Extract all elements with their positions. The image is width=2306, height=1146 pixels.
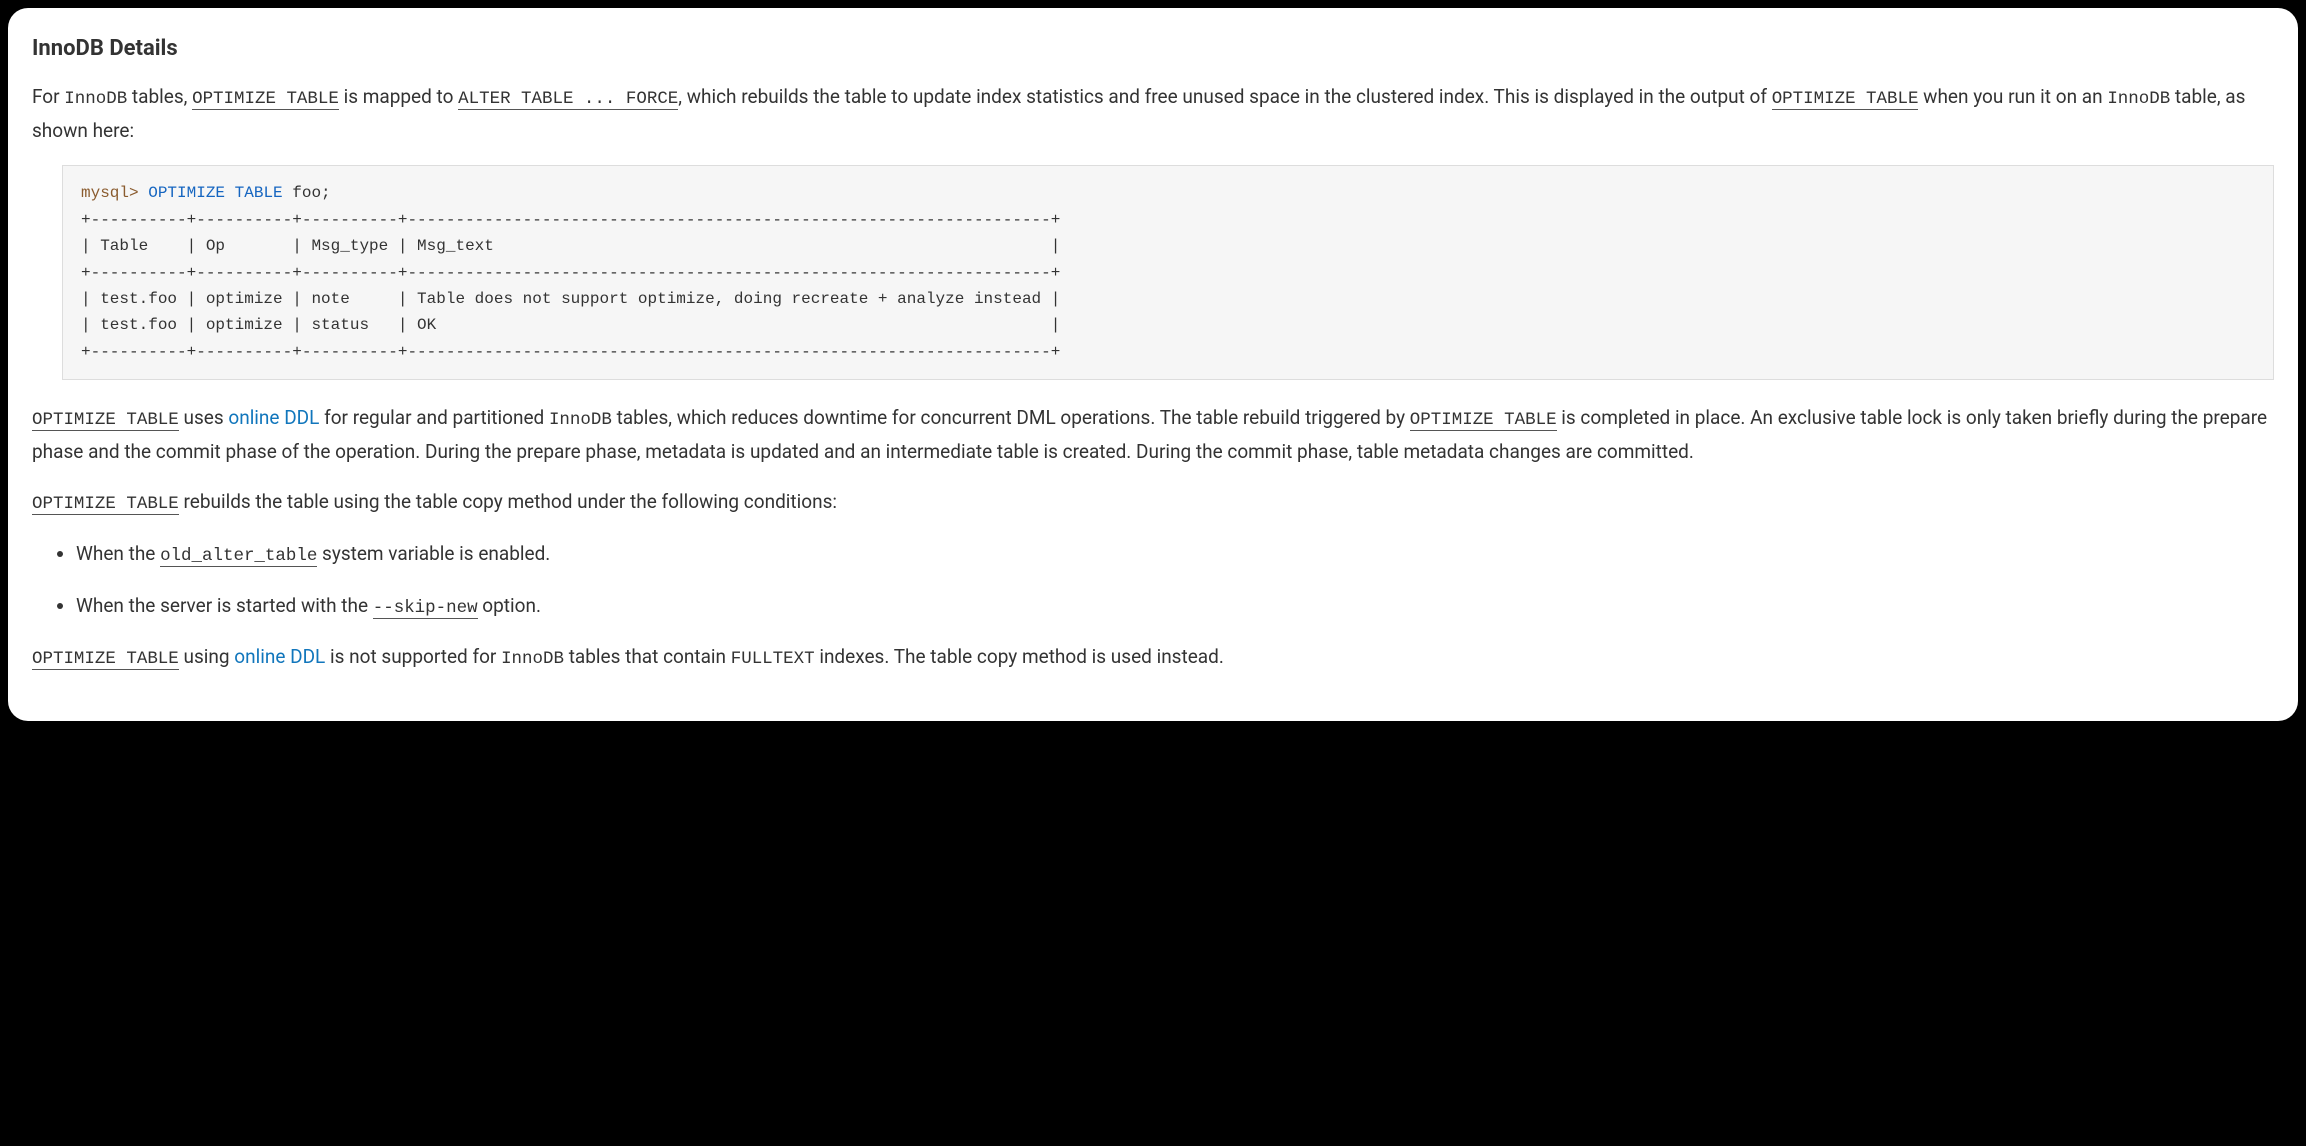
link-online-ddl[interactable]: online DDL: [228, 406, 319, 429]
code-semi: ;: [321, 184, 331, 202]
code-optimize-table: OPTIMIZE TABLE: [192, 89, 339, 110]
code-innodb: InnoDB: [549, 410, 612, 430]
code-prompt: mysql>: [81, 184, 139, 202]
text: is mapped to: [339, 85, 458, 108]
paragraph-intro: For InnoDB tables, OPTIMIZE TABLE is map…: [32, 81, 2274, 147]
text: , which rebuilds the table to update ind…: [678, 85, 1771, 108]
text: indexes. The table copy method is used i…: [815, 645, 1224, 668]
text: For: [32, 85, 64, 108]
code-innodb: InnoDB: [64, 89, 127, 109]
code-old-alter-table: old_alter_table: [160, 546, 317, 567]
text: option.: [478, 594, 541, 617]
section-heading: InnoDB Details: [32, 30, 2274, 67]
paragraph-conditions-intro: OPTIMIZE TABLE rebuilds the table using …: [32, 486, 2274, 520]
code-fulltext: FULLTEXT: [731, 649, 815, 669]
doc-page: InnoDB Details For InnoDB tables, OPTIMI…: [8, 8, 2298, 721]
code-example: mysql> OPTIMIZE TABLE foo; +----------+-…: [62, 165, 2274, 380]
text: When the: [76, 542, 160, 565]
paragraph-online-ddl: OPTIMIZE TABLE uses online DDL for regul…: [32, 402, 2274, 468]
code-optimize-table: OPTIMIZE TABLE: [32, 649, 179, 670]
code-innodb: InnoDB: [501, 649, 564, 669]
text: tables that contain: [564, 645, 731, 668]
paragraph-fulltext: OPTIMIZE TABLE using online DDL is not s…: [32, 641, 2274, 675]
list-item: When the server is started with the --sk…: [76, 590, 2274, 624]
conditions-list: When the old_alter_table system variable…: [32, 538, 2274, 623]
code-optimize-table: OPTIMIZE TABLE: [1410, 410, 1557, 431]
link-online-ddl[interactable]: online DDL: [234, 645, 325, 668]
code-alter-table-force: ALTER TABLE ... FORCE: [458, 89, 678, 110]
code-keyword: OPTIMIZE TABLE: [148, 184, 282, 202]
code-optimize-table: OPTIMIZE TABLE: [32, 494, 179, 515]
text: for regular and partitioned: [319, 406, 549, 429]
code-output: +----------+----------+----------+------…: [81, 211, 1060, 361]
text: using: [179, 645, 235, 668]
text: tables, which reduces downtime for concu…: [612, 406, 1410, 429]
text: rebuilds the table using the table copy …: [179, 490, 837, 513]
code-optimize-table: OPTIMIZE TABLE: [32, 410, 179, 431]
text: when you run it on an: [1918, 85, 2107, 108]
code-optimize-table: OPTIMIZE TABLE: [1772, 89, 1919, 110]
code-arg: foo: [283, 184, 321, 202]
code-skip-new: --skip-new: [373, 598, 478, 619]
text: is not supported for: [325, 645, 501, 668]
text: When the server is started with the: [76, 594, 373, 617]
code-innodb: InnoDB: [2107, 89, 2170, 109]
list-item: When the old_alter_table system variable…: [76, 538, 2274, 572]
text: tables,: [127, 85, 192, 108]
text: system variable is enabled.: [317, 542, 550, 565]
text: uses: [179, 406, 229, 429]
